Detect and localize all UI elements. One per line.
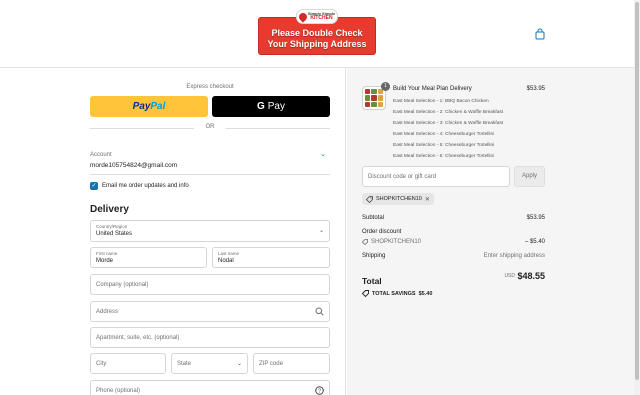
discount-code-label: SHOPKITCHEN10 [376, 196, 422, 202]
account-divider [90, 174, 330, 175]
applied-discount-chip: SHOPKITCHEN10 ✕ [362, 193, 434, 205]
total-label: Total [362, 276, 382, 286]
meal-grid-image [365, 89, 383, 107]
country-select[interactable]: Country/Region United States ⌄ [90, 220, 330, 242]
meal-selection-item: East Meal Selection - 3: Chicken & Waffl… [393, 121, 504, 126]
chevron-down-icon[interactable]: ⌄ [320, 150, 326, 158]
phone-field[interactable]: Phone (optional) ? [90, 380, 330, 395]
meal-selection-item: East Meal Selection - 6: Cheeseburger To… [393, 154, 495, 159]
quantity-badge: 1 [381, 82, 390, 91]
discount-value: – $5.40 [524, 239, 545, 245]
order-summary-column: 1 Build Your Meal Plan Delivery $53.95 E… [347, 68, 634, 395]
google-g-icon: G [256, 101, 265, 112]
svg-text:?: ? [318, 389, 321, 395]
logo-text: Simply Simple KITCHEN [307, 11, 336, 21]
divider-line-left [90, 128, 194, 129]
tag-icon [366, 195, 373, 203]
total-savings: TOTAL SAVINGS $5.40 [362, 290, 432, 297]
total-value: $48.55 [517, 271, 545, 281]
google-pay-button[interactable]: G Pay [212, 96, 330, 117]
chevron-down-icon: ⌄ [236, 361, 242, 367]
address-field[interactable]: Address [90, 301, 330, 322]
search-icon [315, 307, 324, 316]
discount-code-row: SHOPKITCHEN10 – $5.40 [362, 239, 545, 247]
express-checkout-label: Express checkout [186, 84, 234, 90]
subtotal-value: $53.95 [526, 215, 545, 221]
tag-icon [362, 290, 369, 297]
account-label: Account [90, 152, 112, 158]
email-opt-in-checkbox[interactable]: ✓ [90, 182, 98, 190]
account-email: morde105754824@gmail.com [90, 162, 178, 169]
meal-selection-item: East Meal Selection - 2: Chicken & Waffl… [393, 110, 504, 115]
or-label: OR [205, 124, 215, 130]
state-select[interactable]: State ⌄ [171, 353, 248, 374]
meal-selection-item: East Meal Selection - 5: Cheeseburger To… [393, 143, 495, 148]
meal-selection-list: East Meal Selection - 1: BBQ Bacon Chick… [393, 96, 503, 162]
apply-discount-button[interactable]: Apply [514, 166, 545, 187]
remove-discount-icon[interactable]: ✕ [425, 196, 430, 203]
divider-line-right [226, 128, 330, 129]
product-title: Build Your Meal Plan Delivery [393, 86, 472, 92]
first-name-field[interactable]: First name Morde [90, 247, 207, 268]
delivery-heading: Delivery [90, 204, 129, 215]
email-opt-in-label: Email me order updates and info [102, 183, 189, 189]
or-divider: OR [90, 123, 330, 133]
shipping-value: Enter shipping address [483, 253, 545, 259]
logo-badge: Simply Simple KITCHEN [296, 9, 338, 24]
scrollbar-thumb[interactable] [635, 2, 639, 380]
subtotal-row: Subtotal $53.95 [362, 215, 545, 221]
zip-field[interactable]: ZIP code [253, 353, 330, 374]
discount-code-input[interactable]: Discount code or gift card [362, 166, 510, 187]
product-price: $53.95 [526, 86, 545, 92]
page-scrollbar[interactable] [634, 0, 640, 395]
shopping-bag-icon[interactable] [534, 28, 546, 40]
help-icon[interactable]: ? [315, 386, 324, 395]
last-name-field[interactable]: Last name Nodal [212, 247, 330, 268]
tag-icon [362, 239, 368, 245]
heart-icon [297, 10, 309, 23]
checkout-form-column: Express checkout Pay Pal G Pay OR Account… [0, 68, 346, 395]
city-field[interactable]: City [90, 353, 166, 374]
order-discount-row: Order discount [362, 229, 402, 235]
meal-selection-item: East Meal Selection - 1: BBQ Bacon Chick… [393, 99, 489, 104]
total-row: Total USD $48.55 [362, 271, 545, 289]
store-logo[interactable]: Simply Simple KITCHEN Please Double Chec… [258, 9, 376, 55]
apartment-field[interactable]: Apartment, suite, etc. (optional) [90, 327, 330, 348]
paypal-button[interactable]: Pay Pal [90, 96, 208, 117]
chevron-down-icon: ⌄ [318, 228, 324, 234]
banner-line-1: Please Double Check [271, 28, 363, 38]
currency-label: USD [504, 273, 515, 279]
shipping-row: Shipping Enter shipping address [362, 253, 545, 259]
meal-selection-item: East Meal Selection - 4: Cheeseburger To… [393, 132, 495, 137]
banner-line-2: Your Shipping Address [267, 39, 367, 49]
page-header: Simply Simple KITCHEN Please Double Chec… [0, 0, 634, 68]
company-field[interactable]: Company (optional) [90, 274, 330, 295]
